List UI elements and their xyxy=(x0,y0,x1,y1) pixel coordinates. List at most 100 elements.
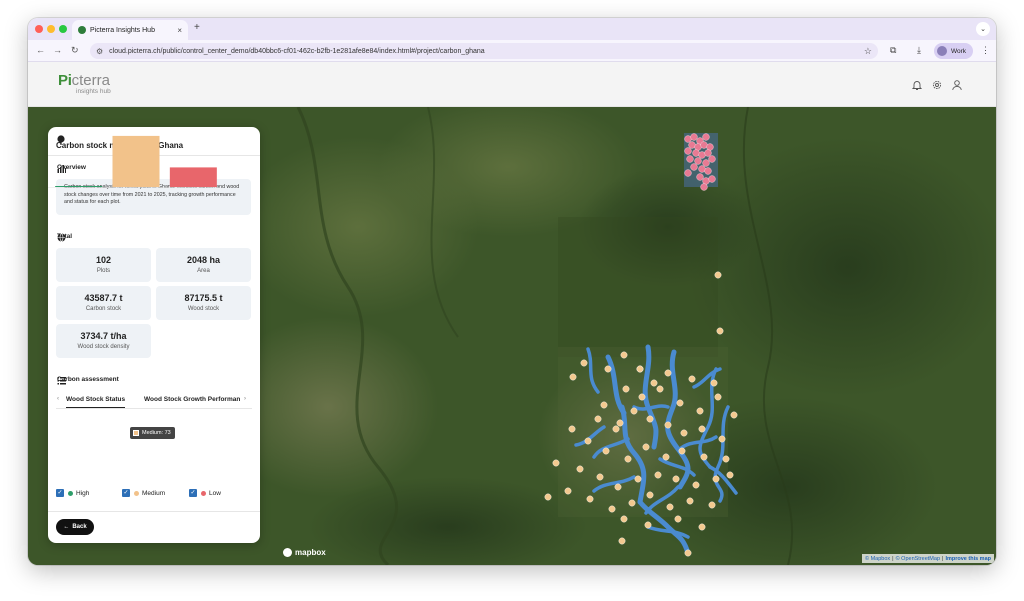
legend-item-medium[interactable]: ✓ Medium xyxy=(122,489,165,497)
plot-marker[interactable] xyxy=(564,487,572,495)
cluster-plot-marker[interactable] xyxy=(696,173,704,181)
plot-marker[interactable] xyxy=(584,437,592,445)
plot-marker[interactable] xyxy=(656,385,664,393)
plot-marker[interactable] xyxy=(614,483,622,491)
more-menu-icon[interactable]: ⋮ xyxy=(981,45,990,56)
plot-marker[interactable] xyxy=(616,419,624,427)
extensions-icon[interactable]: ⧉ xyxy=(890,45,896,56)
minimize-window-button[interactable] xyxy=(47,25,55,33)
tab-wood-stock-status[interactable]: Wood Stock Status xyxy=(66,396,126,408)
plot-marker[interactable] xyxy=(730,411,738,419)
plot-marker[interactable] xyxy=(620,351,628,359)
bookmark-star-icon[interactable]: ☆ xyxy=(864,46,872,57)
plot-marker[interactable] xyxy=(602,447,610,455)
plot-marker[interactable] xyxy=(586,495,594,503)
plot-marker[interactable] xyxy=(678,447,686,455)
plot-marker[interactable] xyxy=(620,515,628,523)
plot-marker[interactable] xyxy=(650,379,658,387)
plot-marker[interactable] xyxy=(698,523,706,531)
checkbox-checked-icon[interactable]: ✓ xyxy=(56,489,64,497)
plot-marker[interactable] xyxy=(608,505,616,513)
checkbox-checked-icon[interactable]: ✓ xyxy=(189,489,197,497)
cluster-plot-marker[interactable] xyxy=(702,133,710,141)
plot-marker[interactable] xyxy=(726,471,734,479)
plot-marker[interactable] xyxy=(646,491,654,499)
plot-marker[interactable] xyxy=(634,475,642,483)
plot-marker[interactable] xyxy=(672,475,680,483)
plot-marker[interactable] xyxy=(680,429,688,437)
plot-marker[interactable] xyxy=(688,375,696,383)
cluster-plot-marker[interactable] xyxy=(704,167,712,175)
plot-marker[interactable] xyxy=(714,393,722,401)
tab-scroll-right-icon[interactable]: › xyxy=(244,396,246,402)
plot-marker[interactable] xyxy=(676,399,684,407)
download-icon[interactable]: ⤓ xyxy=(917,45,921,56)
plot-marker[interactable] xyxy=(642,443,650,451)
tab-wood-stock-growth-performance[interactable]: Wood Stock Growth Performan xyxy=(144,396,242,403)
cluster-plot-marker[interactable] xyxy=(704,149,712,157)
plot-marker[interactable] xyxy=(698,425,706,433)
cluster-plot-marker[interactable] xyxy=(684,169,692,177)
cluster-plot-marker[interactable] xyxy=(708,175,716,183)
legend-item-high[interactable]: ✓ High xyxy=(56,489,89,497)
plot-marker[interactable] xyxy=(600,401,608,409)
new-tab-button[interactable]: + xyxy=(194,22,200,33)
plot-marker[interactable] xyxy=(666,503,674,511)
plot-marker[interactable] xyxy=(710,379,718,387)
plot-marker[interactable] xyxy=(696,407,704,415)
bar-low[interactable] xyxy=(169,167,217,187)
browser-tab[interactable]: Picterra Insights Hub × xyxy=(72,20,188,40)
plot-marker[interactable] xyxy=(622,385,630,393)
bell-icon[interactable] xyxy=(911,79,923,91)
plot-marker[interactable] xyxy=(644,521,652,529)
plot-marker[interactable] xyxy=(638,393,646,401)
plot-marker[interactable] xyxy=(568,425,576,433)
plot-marker[interactable] xyxy=(552,459,560,467)
cluster-plot-marker[interactable] xyxy=(694,157,702,165)
profile-chip[interactable]: Work xyxy=(934,43,974,59)
close-window-button[interactable] xyxy=(35,25,43,33)
tab-search-chevron-icon[interactable]: ⌄ xyxy=(976,22,990,36)
plot-marker[interactable] xyxy=(544,493,552,501)
plot-marker[interactable] xyxy=(594,415,602,423)
reload-icon[interactable]: ↻ xyxy=(71,45,79,56)
back-button[interactable]: ← Back xyxy=(56,519,94,535)
plot-marker[interactable] xyxy=(708,501,716,509)
close-tab-icon[interactable]: × xyxy=(177,26,182,35)
plot-marker[interactable] xyxy=(624,455,632,463)
plot-marker[interactable] xyxy=(714,271,722,279)
user-icon[interactable] xyxy=(951,79,963,91)
bar-medium[interactable] xyxy=(112,135,160,187)
address-bar[interactable]: ⚙ cloud.picterra.ch/public/control_cente… xyxy=(90,43,878,59)
plot-marker[interactable] xyxy=(722,455,730,463)
plot-marker[interactable] xyxy=(628,499,636,507)
plot-marker[interactable] xyxy=(630,407,638,415)
plot-marker[interactable] xyxy=(576,465,584,473)
site-settings-icon[interactable]: ⚙ xyxy=(96,47,103,56)
maximize-window-button[interactable] xyxy=(59,25,67,33)
plot-marker[interactable] xyxy=(604,365,612,373)
mapbox-attribution-link[interactable]: © Mapbox xyxy=(865,556,890,562)
plot-marker[interactable] xyxy=(664,369,672,377)
bar-high[interactable] xyxy=(55,186,103,187)
plot-marker[interactable] xyxy=(664,421,672,429)
cluster-plot-marker[interactable] xyxy=(700,183,708,191)
plot-marker[interactable] xyxy=(636,365,644,373)
plot-marker[interactable] xyxy=(618,537,626,545)
forward-arrow-icon[interactable]: → xyxy=(53,45,62,55)
plot-marker[interactable] xyxy=(569,373,577,381)
back-arrow-icon[interactable]: ← xyxy=(36,45,45,55)
cluster-plot-marker[interactable] xyxy=(684,147,692,155)
map-view[interactable]: Carbon stock monitoring - Ghana Overview… xyxy=(28,107,996,565)
gear-icon[interactable] xyxy=(931,79,943,91)
plot-marker[interactable] xyxy=(692,481,700,489)
plot-marker[interactable] xyxy=(718,435,726,443)
plot-marker[interactable] xyxy=(654,471,662,479)
plot-marker[interactable] xyxy=(674,515,682,523)
plot-marker[interactable] xyxy=(646,415,654,423)
osm-attribution-link[interactable]: © OpenStreetMap xyxy=(896,556,940,562)
plot-marker[interactable] xyxy=(712,475,720,483)
improve-map-link[interactable]: Improve this map xyxy=(945,556,991,562)
cluster-plot-marker[interactable] xyxy=(690,133,698,141)
cluster-plot-marker[interactable] xyxy=(708,155,716,163)
